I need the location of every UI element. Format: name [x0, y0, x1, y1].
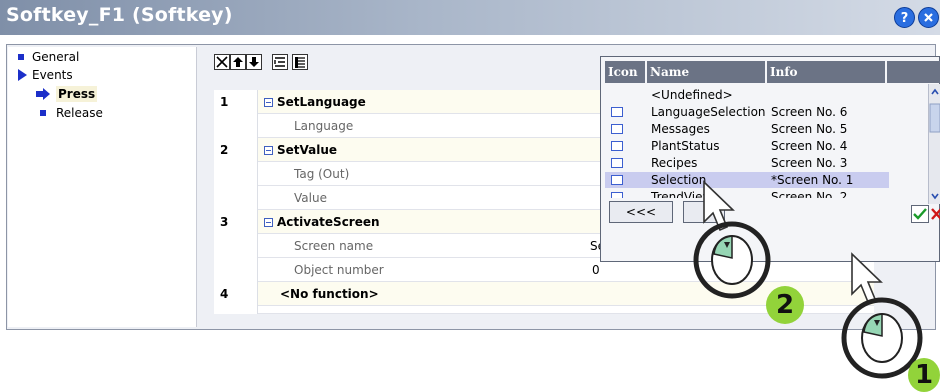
row-number	[214, 306, 258, 314]
back-button[interactable]: <<<	[609, 201, 673, 223]
collapse-icon[interactable]	[264, 98, 273, 107]
function-name[interactable]: ActivateScreen	[264, 210, 380, 234]
help-icon[interactable]: ?	[894, 7, 915, 28]
list-item[interactable]: PlantStatus Screen No. 4	[605, 138, 938, 154]
function-name[interactable]: SetValue	[264, 138, 337, 162]
screen-icon	[611, 141, 623, 151]
ok-icon[interactable]	[911, 205, 929, 223]
tree-item-label: Release	[56, 106, 103, 120]
row-number: 3	[214, 210, 258, 234]
row-number	[214, 186, 258, 210]
list-item[interactable]: <Undefined>	[605, 87, 938, 103]
row-number: 1	[214, 90, 258, 114]
callout-badge-2: 2	[766, 286, 804, 324]
collapse-icon[interactable]	[264, 218, 273, 227]
tree-item-label: Events	[32, 68, 73, 82]
function-label: ActivateScreen	[277, 215, 380, 229]
row-number	[214, 162, 258, 186]
function-name[interactable]: SetLanguage	[264, 90, 366, 114]
param-name: Value	[294, 191, 327, 205]
function-label: SetLanguage	[277, 95, 366, 109]
item-name: LanguageSelection	[651, 105, 766, 119]
screen-icon	[611, 192, 623, 198]
callout-badge-1: 1	[908, 358, 940, 392]
column-header-info[interactable]: Info	[767, 61, 885, 83]
delete-icon[interactable]	[214, 54, 230, 70]
list-edit-icon[interactable]	[292, 54, 308, 70]
row-number: 4	[214, 282, 258, 306]
list-item[interactable]: Recipes Screen No. 3	[605, 155, 938, 171]
column-header-icon[interactable]: Icon	[605, 61, 645, 83]
move-up-icon[interactable]	[230, 54, 246, 70]
close-icon[interactable]	[918, 7, 939, 28]
scrollbar-track	[929, 88, 940, 200]
item-name: PlantStatus	[651, 139, 720, 153]
tree-item-label: Press	[56, 86, 98, 102]
item-name: <Undefined>	[651, 88, 733, 102]
row-number: 2	[214, 138, 258, 162]
popup-scrollbar[interactable]	[928, 84, 940, 204]
screen-icon	[611, 124, 623, 134]
screen-icon	[611, 175, 623, 185]
list-icon[interactable]	[272, 54, 288, 70]
item-name: Messages	[651, 122, 710, 136]
tree-item-label: General	[32, 50, 80, 64]
property-tree: General Events Press Release	[8, 47, 197, 327]
column-header-extra	[887, 61, 940, 83]
function-label: SetValue	[277, 143, 338, 157]
row-number	[214, 258, 258, 282]
collapse-icon[interactable]	[264, 146, 273, 155]
function-name[interactable]: <No function>	[280, 282, 379, 306]
item-info: Screen No. 4	[771, 139, 848, 153]
object-number-value[interactable]: 0	[592, 258, 600, 282]
screen-icon	[611, 158, 623, 168]
param-name: Object number	[294, 263, 384, 277]
param-name: Language	[294, 119, 354, 133]
window-title: Softkey_F1 (Softkey)	[6, 4, 233, 26]
cancel-icon[interactable]	[931, 205, 940, 223]
row-number	[214, 114, 258, 138]
param-name: Tag (Out)	[294, 167, 350, 181]
move-down-icon[interactable]	[246, 54, 262, 70]
item-name: Recipes	[651, 156, 698, 170]
svg-text:?: ?	[901, 11, 909, 26]
arrow-right-icon	[36, 88, 50, 100]
bullet-icon	[40, 110, 46, 116]
row-number	[214, 234, 258, 258]
item-info: Screen No. 5	[771, 122, 848, 136]
item-info: Screen No. 6	[771, 105, 848, 119]
title-bar: Softkey_F1 (Softkey) ?	[0, 0, 940, 35]
bullet-icon	[18, 54, 24, 60]
column-header-name[interactable]: Name	[647, 61, 765, 83]
param-name: Screen name	[294, 239, 374, 253]
list-item[interactable]: LanguageSelection Screen No. 6	[605, 104, 938, 120]
expand-triangle-icon	[18, 69, 27, 81]
screen-icon	[611, 107, 623, 117]
list-item[interactable]: Messages Screen No. 5	[605, 121, 938, 137]
item-info: Screen No. 3	[771, 156, 848, 170]
